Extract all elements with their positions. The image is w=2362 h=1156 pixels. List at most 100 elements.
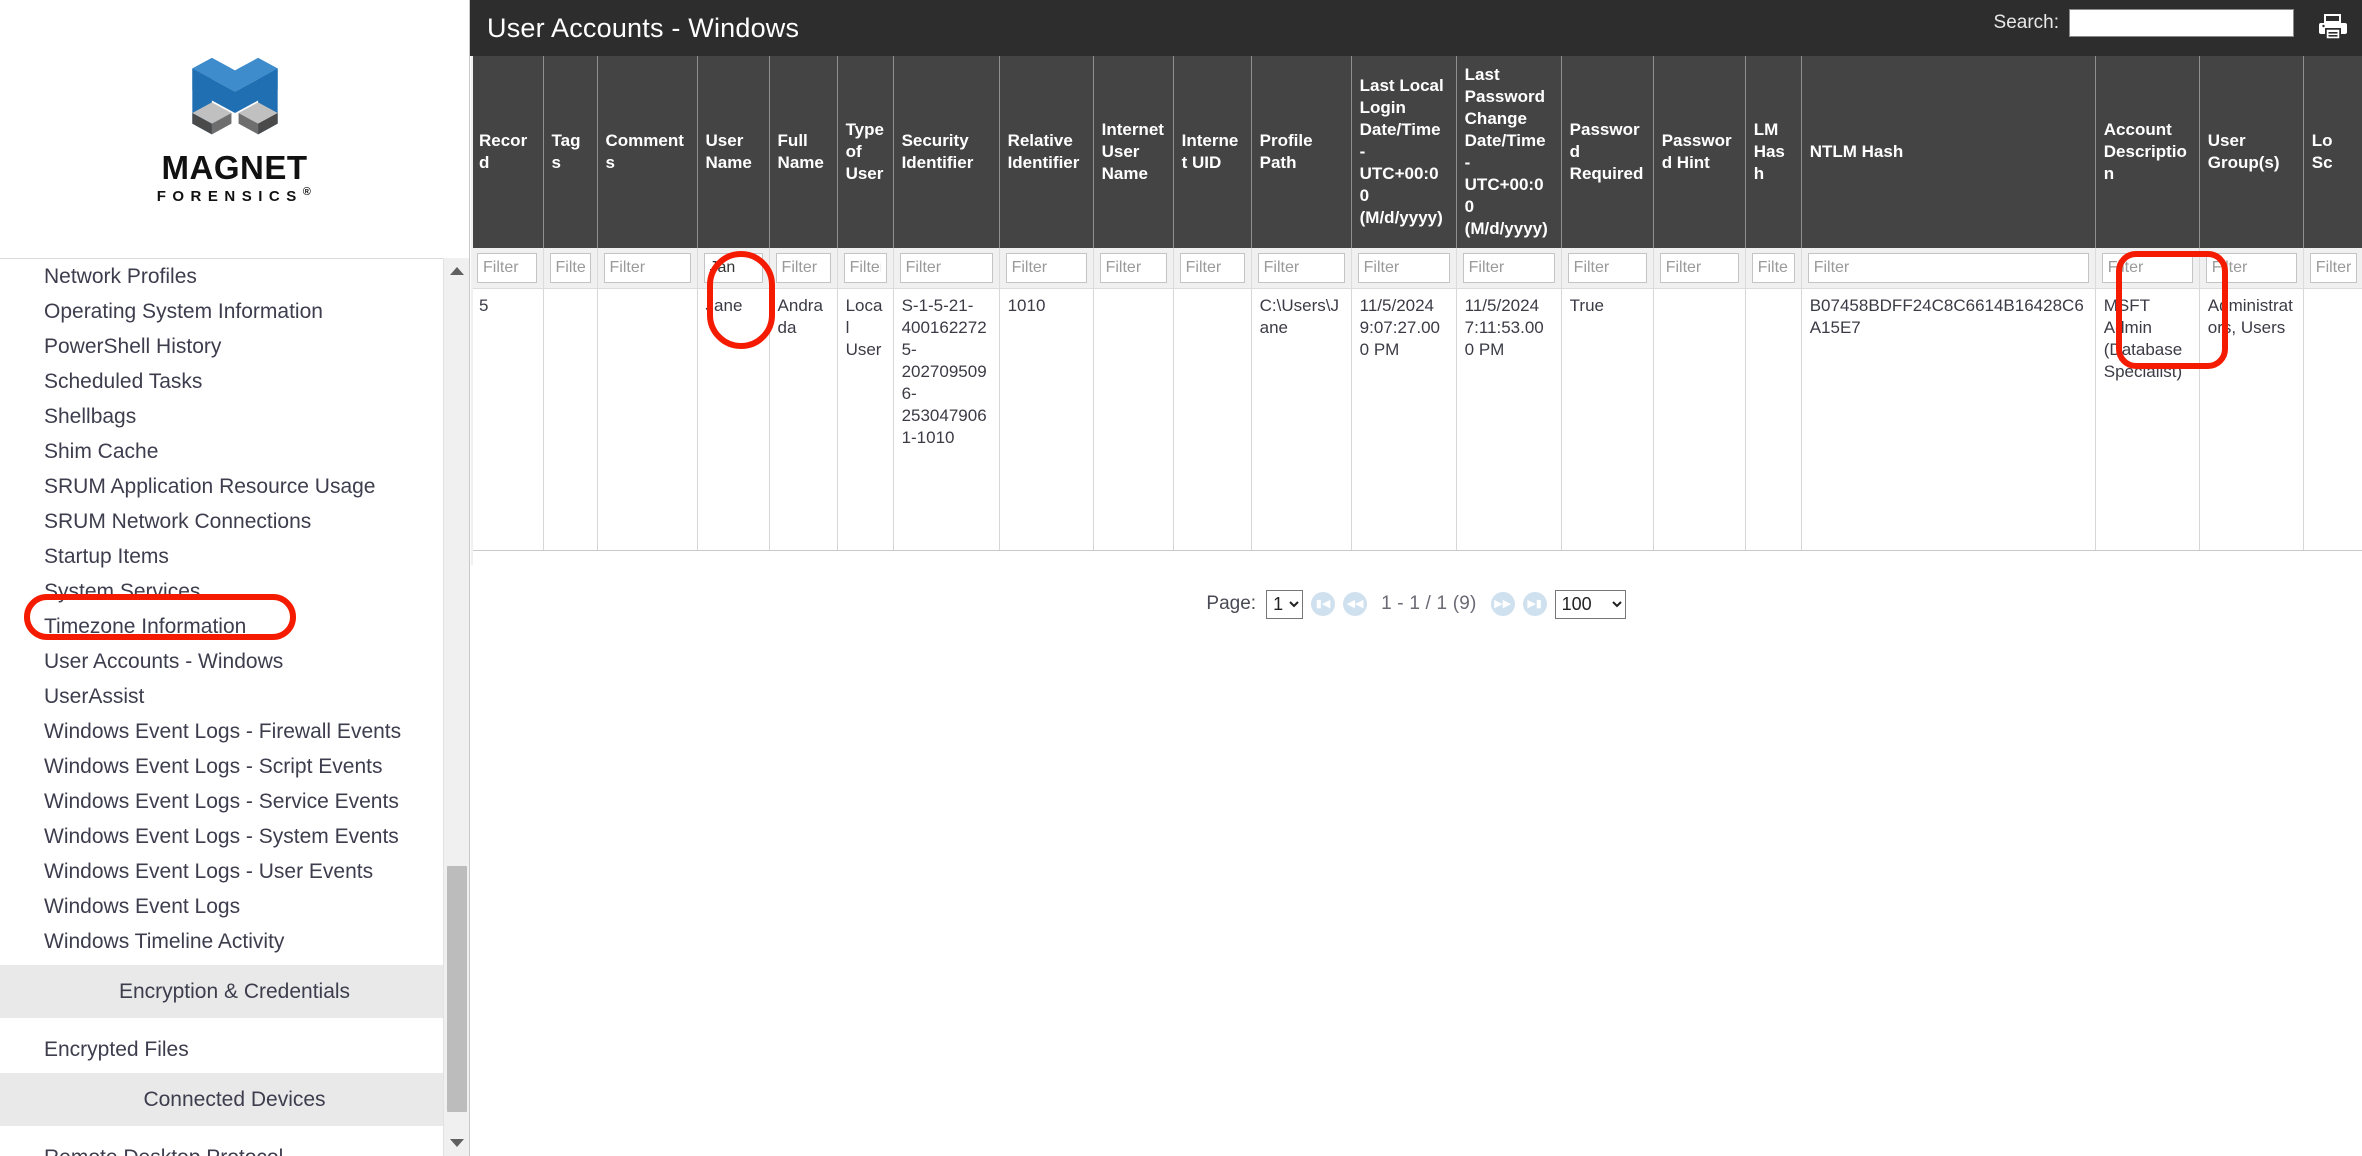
column-header-type-of-user[interactable]: Type of User: [837, 56, 894, 248]
filter-input-local-source[interactable]: [2309, 253, 2357, 283]
first-page-button[interactable]: ▮◀: [1311, 592, 1336, 616]
cell-last-local-login[interactable]: 11/5/2024 9:07:27.000 PM: [1351, 288, 1457, 551]
filter-input-full-name[interactable]: [775, 253, 831, 283]
filter-input-account-desc[interactable]: [2101, 253, 2193, 283]
filter-input-internet-uid[interactable]: [1179, 253, 1245, 283]
sidebar-item-timezone-information[interactable]: Timezone Information: [0, 609, 469, 644]
column-header-user-groups[interactable]: User Group(s): [2199, 56, 2304, 248]
column-header-comments[interactable]: Comments: [597, 56, 698, 248]
print-button[interactable]: [2316, 10, 2350, 44]
cell-relative-id[interactable]: 1010: [999, 288, 1094, 551]
sidebar-item-operating-system-information[interactable]: Operating System Information: [0, 294, 469, 329]
filter-input-user-name[interactable]: [703, 253, 763, 283]
sidebar-item-windows-event-logs-user-events[interactable]: Windows Event Logs - User Events: [0, 854, 469, 889]
sidebar-nav-list[interactable]: Network Profiles Operating System Informa…: [0, 258, 469, 1156]
cell-last-pwd-change[interactable]: 11/5/2024 7:11:53.000 PM: [1456, 288, 1562, 551]
sidebar-item-network-profiles[interactable]: Network Profiles: [0, 259, 469, 294]
sidebar-item-startup-items[interactable]: Startup Items: [0, 539, 469, 574]
sidebar-item-windows-event-logs-script-events[interactable]: Windows Event Logs - Script Events: [0, 749, 469, 784]
filter-input-tags[interactable]: [549, 253, 591, 283]
scrollbar-thumb[interactable]: [447, 866, 467, 1112]
column-header-lm-hash[interactable]: LM Hash: [1745, 56, 1802, 248]
sidebar-item-powershell-history[interactable]: PowerShell History: [0, 329, 469, 364]
column-header-account-desc[interactable]: Account Description: [2095, 56, 2200, 248]
column-header-relative-id[interactable]: Relative Identifier: [999, 56, 1094, 248]
cell-ntlm-hash[interactable]: B07458BDFF24C8C6614B16428C6A15E7: [1801, 288, 2096, 551]
search-input[interactable]: [2069, 9, 2294, 37]
cell-lm-hash[interactable]: [1745, 288, 1802, 551]
sidebar-scrollbar[interactable]: [443, 258, 469, 1156]
cell-record[interactable]: 5: [471, 288, 544, 551]
table-row[interactable]: 5 Jane Andrada Local User S-1-5-21-400162272…: [471, 288, 2362, 551]
column-header-password-required[interactable]: Password Required: [1561, 56, 1654, 248]
sidebar-item-userassist[interactable]: UserAssist: [0, 679, 469, 714]
column-header-ntlm-hash[interactable]: NTLM Hash: [1801, 56, 2096, 248]
filter-input-last-pwd-change[interactable]: [1462, 253, 1555, 283]
next-page-button[interactable]: ▶▶: [1490, 592, 1515, 616]
filter-input-password-required[interactable]: [1567, 253, 1647, 283]
sidebar-item-shim-cache[interactable]: Shim Cache: [0, 434, 469, 469]
cell-password-hint[interactable]: [1653, 288, 1746, 551]
cell-tags[interactable]: [543, 288, 598, 551]
sidebar-group-header: Encryption & Credentials: [0, 965, 469, 1018]
column-header-tags[interactable]: Tags: [543, 56, 598, 248]
sidebar-item-encrypted-files[interactable]: Encrypted Files: [0, 1032, 469, 1067]
column-header-local-source[interactable]: Lo Sc: [2303, 56, 2362, 248]
caret-down-icon: [450, 1139, 464, 1147]
filter-input-ntlm-hash[interactable]: [1807, 253, 2089, 283]
sidebar-item-srum-application-resource-usage[interactable]: SRUM Application Resource Usage: [0, 469, 469, 504]
column-header-record[interactable]: Record: [471, 56, 544, 248]
page-size-select[interactable]: 2550100250: [1554, 589, 1626, 619]
sidebar-item-windows-timeline-activity[interactable]: Windows Timeline Activity: [0, 924, 469, 959]
cell-comments[interactable]: [597, 288, 698, 551]
prev-page-button[interactable]: ◀◀: [1343, 592, 1368, 616]
sidebar-item-windows-event-logs-firewall-events[interactable]: Windows Event Logs - Firewall Events: [0, 714, 469, 749]
sidebar-item-windows-event-logs-system-events[interactable]: Windows Event Logs - System Events: [0, 819, 469, 854]
scroll-down-button[interactable]: [444, 1130, 469, 1156]
filter-input-security-id[interactable]: [899, 253, 993, 283]
sidebar-item-system-services[interactable]: System Services: [0, 574, 469, 609]
sidebar-item-scheduled-tasks[interactable]: Scheduled Tasks: [0, 364, 469, 399]
cell-password-required[interactable]: True: [1561, 288, 1654, 551]
sidebar-item-remote-desktop-protocol[interactable]: Remote Desktop Protocol: [0, 1140, 469, 1156]
filter-input-internet-user-name[interactable]: [1099, 253, 1167, 283]
filter-input-relative-id[interactable]: [1005, 253, 1087, 283]
filter-input-last-local-login[interactable]: [1357, 253, 1450, 283]
page-number-select[interactable]: 1: [1266, 589, 1304, 619]
cell-full-name[interactable]: Andrada: [769, 288, 838, 551]
column-header-password-hint[interactable]: Password Hint: [1653, 56, 1746, 248]
column-header-full-name[interactable]: Full Name: [769, 56, 838, 248]
sidebar-item-windows-event-logs[interactable]: Windows Event Logs: [0, 889, 469, 924]
filter-input-user-groups[interactable]: [2205, 253, 2297, 283]
column-header-internet-user-name[interactable]: Internet User Name: [1093, 56, 1174, 248]
cell-internet-uid[interactable]: [1173, 288, 1252, 551]
sidebar-item-user-accounts-windows[interactable]: User Accounts - Windows: [0, 644, 469, 679]
filter-cell-internet-uid: [1173, 248, 1252, 289]
last-page-button[interactable]: ▶▮: [1522, 592, 1547, 616]
cell-type-of-user[interactable]: Local User: [837, 288, 894, 551]
cell-security-id[interactable]: S-1-5-21-4001622725-2027095096-253047906…: [893, 288, 1000, 551]
table-filter-row[interactable]: [471, 248, 2362, 289]
filter-input-type-of-user[interactable]: [843, 253, 887, 283]
filter-input-lm-hash[interactable]: [1751, 253, 1795, 283]
cell-profile-path[interactable]: C:\Users\Jane: [1251, 288, 1352, 551]
cell-account-desc[interactable]: MSFT Admin (Database Specialist): [2095, 288, 2200, 551]
sidebar-item-shellbags[interactable]: Shellbags: [0, 399, 469, 434]
cell-user-name[interactable]: Jane: [697, 288, 770, 551]
cell-local-source[interactable]: [2303, 288, 2362, 551]
column-header-user-name[interactable]: User Name: [697, 56, 770, 248]
column-header-internet-uid[interactable]: Internet UID: [1173, 56, 1252, 248]
column-header-profile-path[interactable]: Profile Path: [1251, 56, 1352, 248]
column-header-security-id[interactable]: Security Identifier: [893, 56, 1000, 248]
filter-input-record[interactable]: [477, 253, 537, 283]
filter-input-comments[interactable]: [603, 253, 691, 283]
filter-input-password-hint[interactable]: [1659, 253, 1739, 283]
sidebar-item-windows-event-logs-service-events[interactable]: Windows Event Logs - Service Events: [0, 784, 469, 819]
filter-input-profile-path[interactable]: [1257, 253, 1345, 283]
column-header-last-local-login[interactable]: Last Local Login Date/Time - UTC+00:00 (…: [1351, 56, 1457, 248]
cell-user-groups[interactable]: Administrators, Users: [2199, 288, 2304, 551]
sidebar-item-srum-network-connections[interactable]: SRUM Network Connections: [0, 504, 469, 539]
scroll-up-button[interactable]: [444, 258, 469, 284]
cell-internet-user-name[interactable]: [1093, 288, 1174, 551]
column-header-last-pwd-change[interactable]: Last Password Change Date/Time - UTC+00:…: [1456, 56, 1562, 248]
